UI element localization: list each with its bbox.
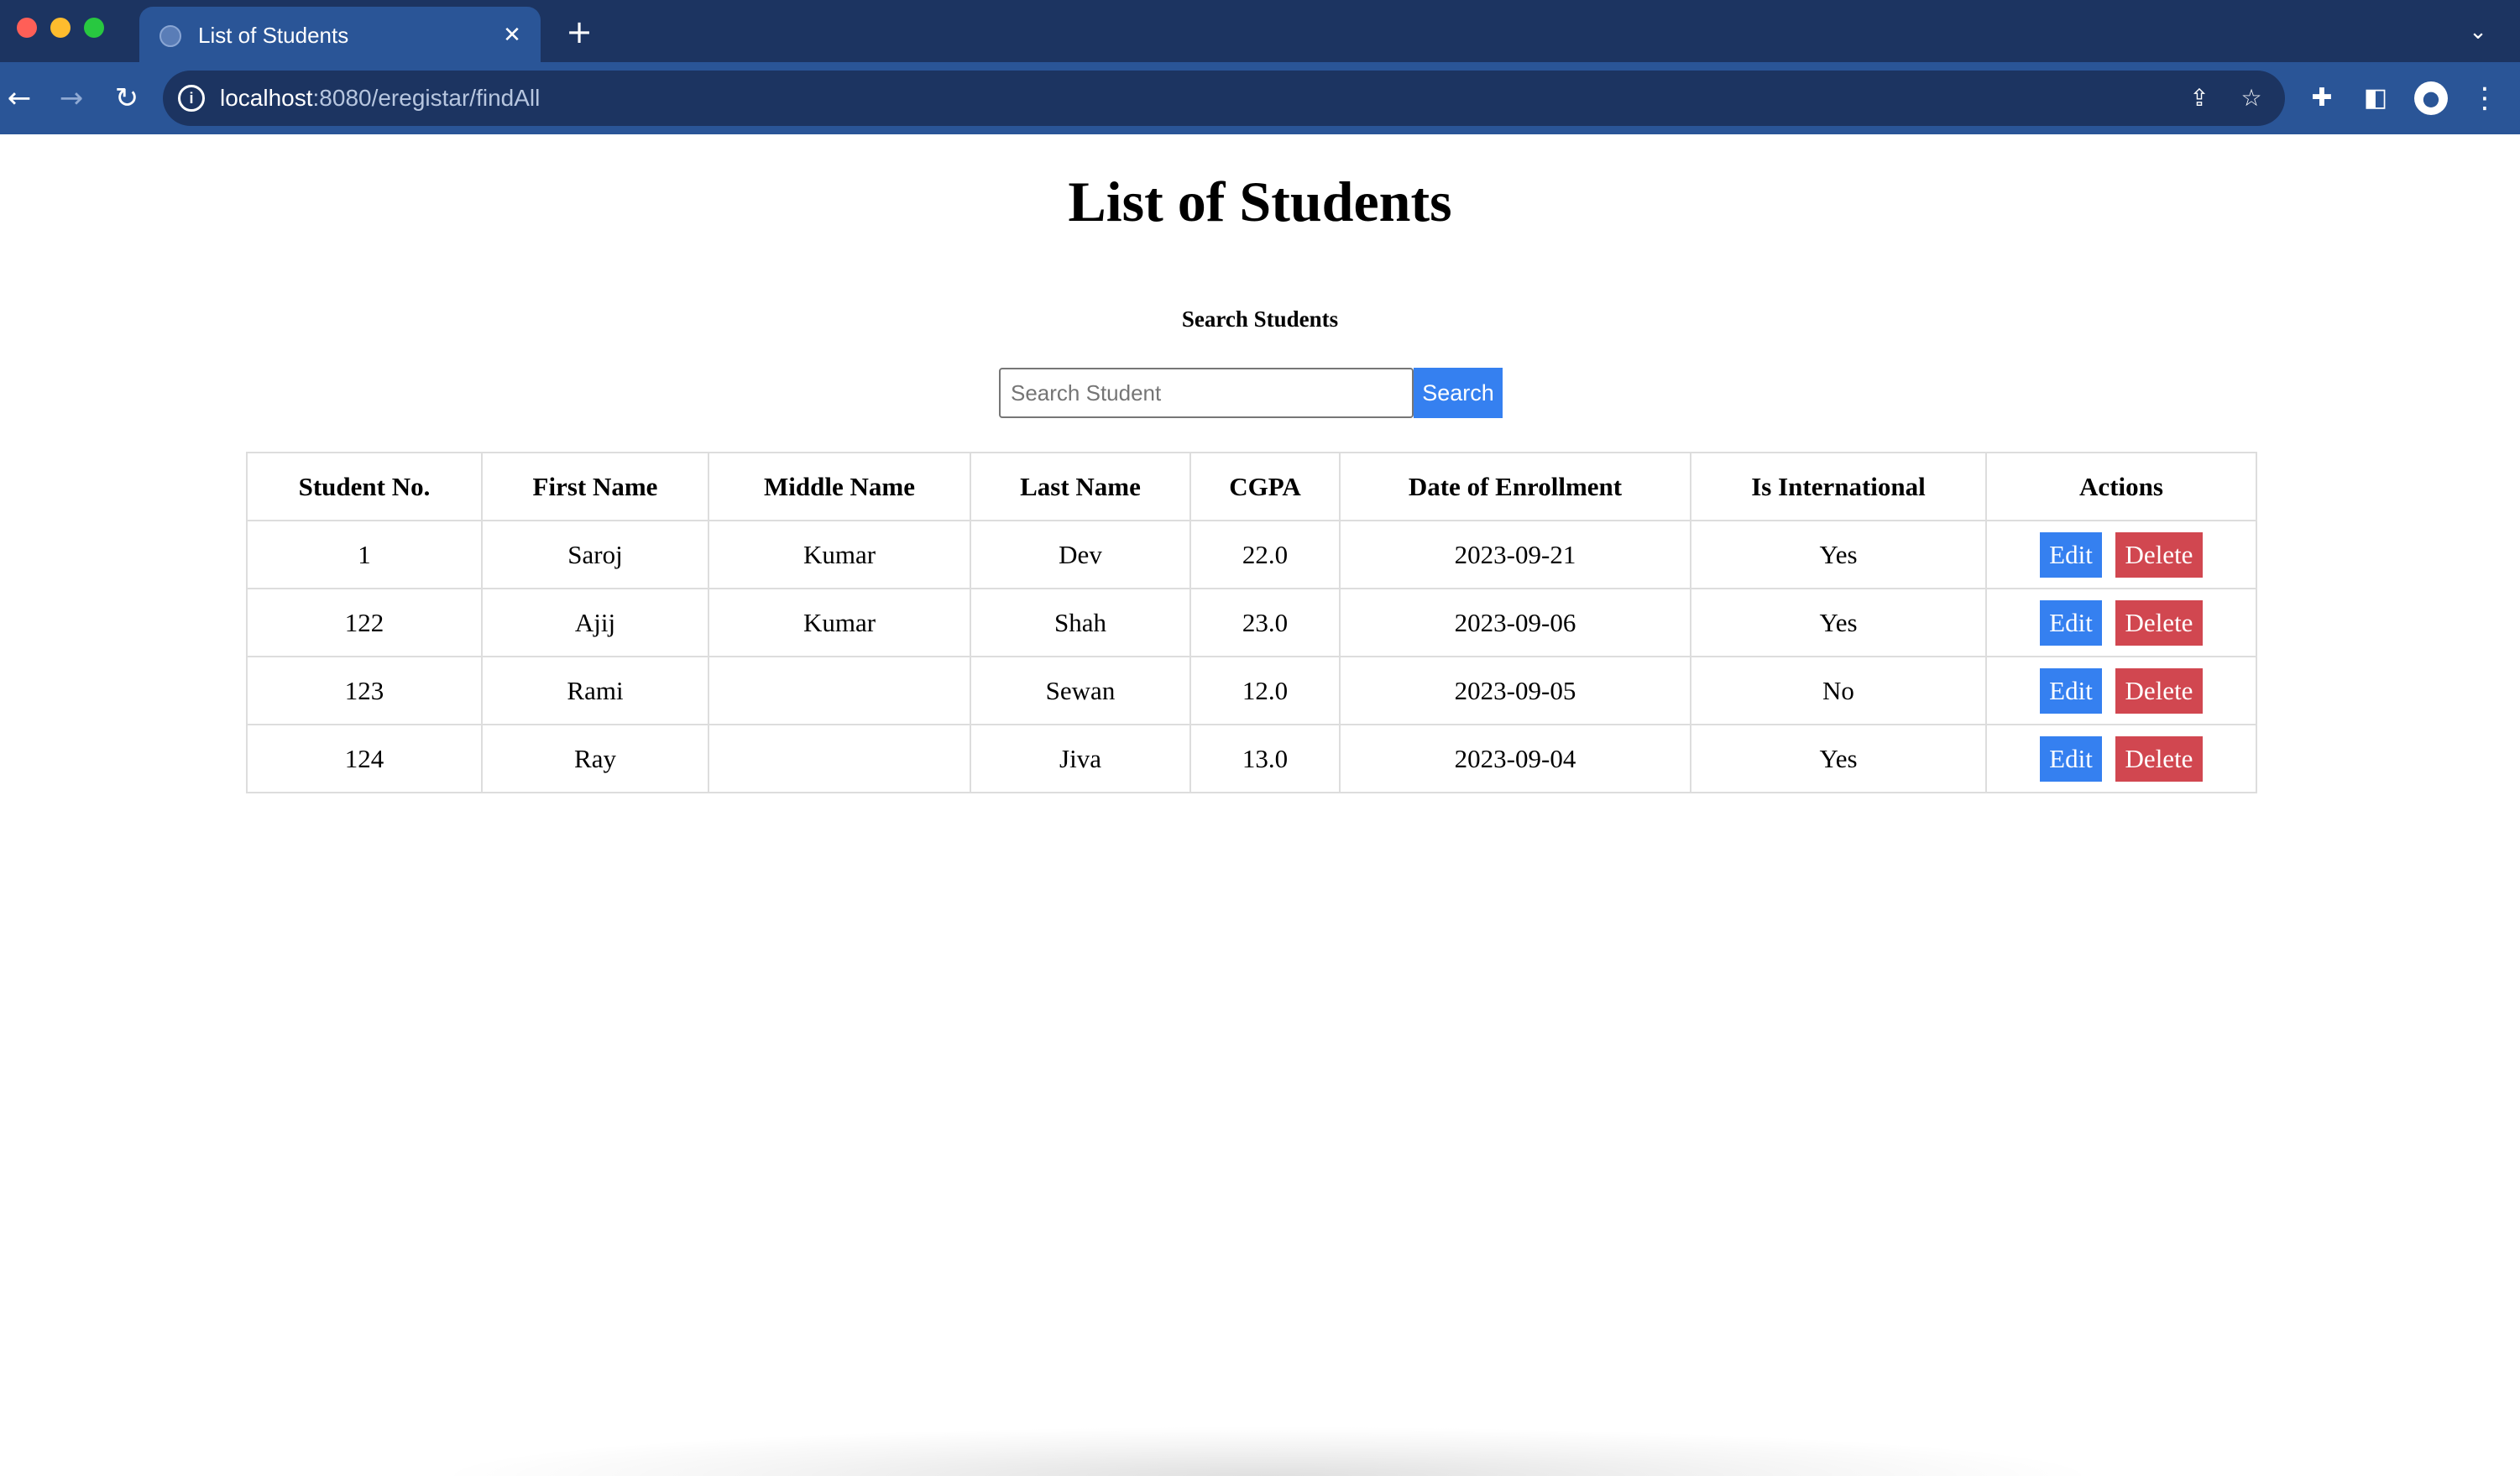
cell-actions: Edit Delete	[1985, 724, 2257, 793]
menu-icon[interactable]: ⋮	[2468, 81, 2502, 115]
delete-button[interactable]: Delete	[2115, 735, 2203, 782]
delete-button[interactable]: Delete	[2115, 667, 2203, 714]
cell-cgpa: 13.0	[1189, 724, 1341, 793]
header-student-no: Student No.	[246, 452, 483, 521]
search-input[interactable]	[999, 368, 1414, 418]
chevron-down-icon[interactable]: ⌄	[2461, 15, 2495, 49]
search-button[interactable]: Search	[1414, 368, 1503, 418]
cell-last-name: Sewan	[970, 656, 1191, 725]
table-header-row: Student No. First Name Middle Name Last …	[246, 452, 2257, 521]
table-row: 1 Saroj Kumar Dev 22.0 2023-09-21 Yes Ed…	[246, 520, 2257, 589]
cell-is-international: No	[1690, 656, 1987, 725]
header-is-international: Is International	[1690, 452, 1987, 521]
url-host: localhost	[220, 85, 313, 111]
students-table: Student No. First Name Middle Name Last …	[246, 452, 2257, 793]
cell-last-name: Shah	[970, 588, 1191, 657]
new-tab-button[interactable]: +	[561, 13, 598, 50]
header-last-name: Last Name	[970, 452, 1191, 521]
cell-is-international: Yes	[1690, 520, 1987, 589]
edit-button[interactable]: Edit	[2040, 531, 2102, 578]
cell-middle-name	[708, 656, 971, 725]
header-cgpa: CGPA	[1189, 452, 1341, 521]
cell-date-of-enrollment: 2023-09-06	[1339, 588, 1691, 657]
search-heading: Search Students	[1181, 306, 1339, 332]
cell-date-of-enrollment: 2023-09-21	[1339, 520, 1691, 589]
cell-actions: Edit Delete	[1985, 588, 2257, 657]
cell-date-of-enrollment: 2023-09-04	[1339, 724, 1691, 793]
delete-button[interactable]: Delete	[2115, 599, 2203, 646]
header-first-name: First Name	[481, 452, 709, 521]
zoom-window-button[interactable]	[84, 18, 104, 38]
globe-icon	[159, 25, 181, 47]
browser-toolbar: ← → ↻ i localhost:8080/eregistar/findAll…	[0, 62, 2520, 134]
extensions-icon[interactable]: ✚	[2305, 81, 2339, 115]
cell-actions: Edit Delete	[1985, 520, 2257, 589]
cell-middle-name: Kumar	[708, 588, 971, 657]
cell-student-no: 123	[246, 656, 483, 725]
edit-button[interactable]: Edit	[2040, 735, 2102, 782]
cell-student-no: 122	[246, 588, 483, 657]
side-panel-icon[interactable]: ◧	[2359, 81, 2392, 115]
minimize-window-button[interactable]	[50, 18, 71, 38]
cell-cgpa: 12.0	[1189, 656, 1341, 725]
bottom-shadow	[453, 1427, 2082, 1476]
browser-tab[interactable]: List of Students ✕	[139, 7, 541, 62]
cell-student-no: 1	[246, 520, 483, 589]
url-path: :8080/eregistar/findAll	[312, 85, 541, 111]
back-arrow-icon[interactable]: ←	[0, 79, 39, 118]
header-middle-name: Middle Name	[708, 452, 971, 521]
cell-actions: Edit Delete	[1985, 656, 2257, 725]
cell-is-international: Yes	[1690, 724, 1987, 793]
profile-icon[interactable]: ●	[2414, 81, 2448, 115]
edit-button[interactable]: Edit	[2040, 599, 2102, 646]
share-icon[interactable]: ⇪	[2183, 81, 2216, 115]
star-icon[interactable]: ☆	[2235, 81, 2268, 115]
reload-icon[interactable]: ↻	[107, 79, 146, 118]
cell-middle-name	[708, 724, 971, 793]
tab-title: List of Students	[198, 23, 349, 48]
site-info-icon[interactable]: i	[178, 85, 205, 112]
browser-tab-bar: List of Students ✕ + ⌄	[0, 0, 2520, 62]
close-icon[interactable]: ✕	[495, 18, 529, 52]
address-bar[interactable]: i localhost:8080/eregistar/findAll ⇪ ☆	[163, 71, 2285, 126]
delete-button[interactable]: Delete	[2115, 531, 2203, 578]
header-date-of-enrollment: Date of Enrollment	[1339, 452, 1691, 521]
table-row: 123 Rami Sewan 12.0 2023-09-05 No Edit De…	[246, 656, 2257, 725]
forward-arrow-icon[interactable]: →	[52, 79, 91, 118]
cell-cgpa: 23.0	[1189, 588, 1341, 657]
page-title: List of Students	[1068, 170, 1452, 233]
cell-first-name: Rami	[481, 656, 709, 725]
table-row: 122 Ajij Kumar Shah 23.0 2023-09-06 Yes …	[246, 588, 2257, 657]
cell-is-international: Yes	[1690, 588, 1987, 657]
cell-first-name: Saroj	[481, 520, 709, 589]
header-actions: Actions	[1985, 452, 2257, 521]
close-window-button[interactable]	[17, 18, 37, 38]
url-text[interactable]: localhost:8080/eregistar/findAll	[220, 81, 540, 115]
table-row: 124 Ray Jiva 13.0 2023-09-04 Yes Edit Del…	[246, 724, 2257, 793]
cell-first-name: Ajij	[481, 588, 709, 657]
cell-first-name: Ray	[481, 724, 709, 793]
cell-date-of-enrollment: 2023-09-05	[1339, 656, 1691, 725]
cell-last-name: Dev	[970, 520, 1191, 589]
cell-last-name: Jiva	[970, 724, 1191, 793]
edit-button[interactable]: Edit	[2040, 667, 2102, 714]
page-content: List of Students Search Students Search …	[0, 134, 2520, 1476]
cell-cgpa: 22.0	[1189, 520, 1341, 589]
cell-middle-name: Kumar	[708, 520, 971, 589]
cell-student-no: 124	[246, 724, 483, 793]
